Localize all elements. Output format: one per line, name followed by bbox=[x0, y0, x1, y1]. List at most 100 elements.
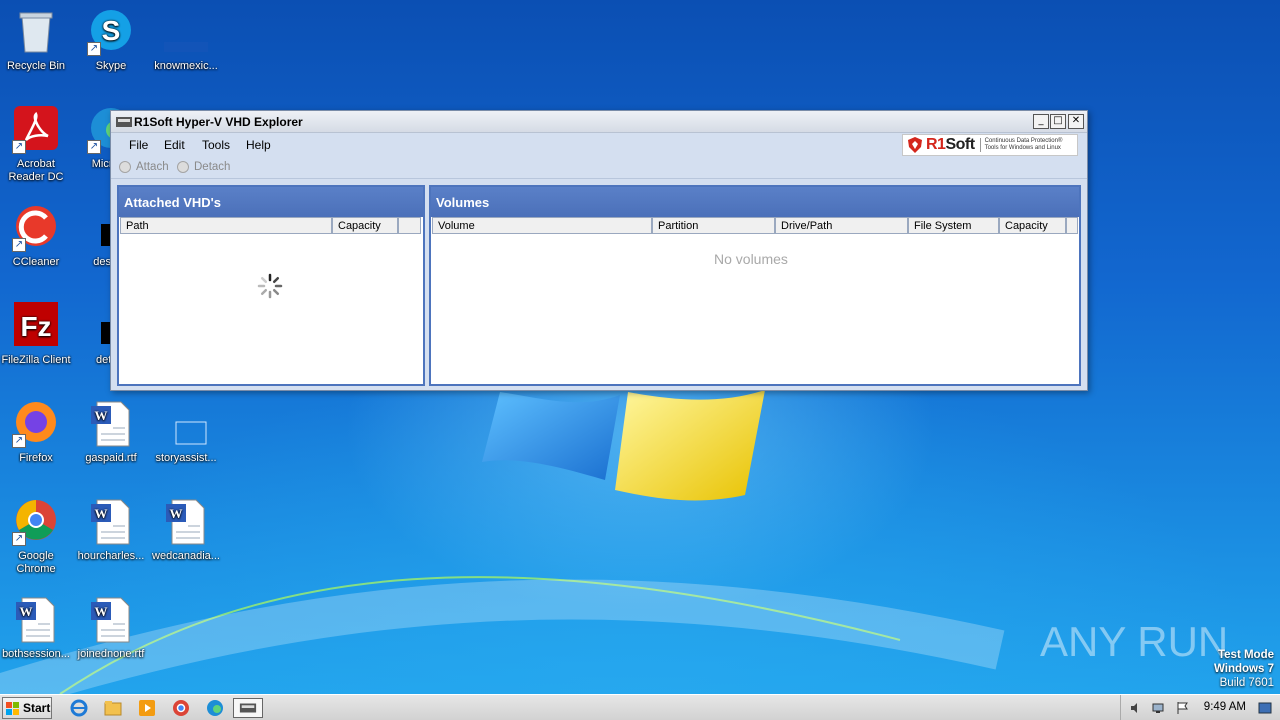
loading-spinner-icon bbox=[257, 273, 283, 299]
start-label: Start bbox=[23, 701, 51, 715]
ccleaner-icon: ↗ bbox=[12, 204, 60, 252]
attach-button[interactable]: Attach bbox=[119, 161, 169, 173]
attached-vhds-title: Attached VHD's bbox=[119, 187, 423, 217]
desktop-icon-joinednone[interactable]: W joinednone.rtf bbox=[73, 596, 149, 661]
desktop-icon-ccleaner[interactable]: ↗ CCleaner bbox=[0, 204, 74, 269]
desktop-icon-recycle-bin[interactable]: Recycle Bin bbox=[0, 8, 74, 73]
desktop-icon-bothsession[interactable]: W bothsession... bbox=[0, 596, 74, 661]
vhd-explorer-taskbar-icon[interactable] bbox=[233, 698, 263, 718]
svg-text:Fz: Fz bbox=[20, 311, 51, 342]
blank-file-icon bbox=[162, 8, 210, 56]
network-icon[interactable] bbox=[1151, 701, 1165, 715]
volumes-panel: Volumes Volume Partition Drive/Path File… bbox=[429, 185, 1081, 386]
test-mode-line-1: Test Mode bbox=[1217, 649, 1274, 661]
column-capacity[interactable]: Capacity bbox=[332, 217, 398, 234]
menu-edit[interactable]: Edit bbox=[164, 138, 185, 152]
desktop-icon-label: CCleaner bbox=[12, 256, 60, 268]
menu-bar: File Edit Tools Help R1Soft Continuous D… bbox=[111, 133, 1087, 157]
desktop-icon-hourcharles[interactable]: W hourcharles... bbox=[73, 498, 149, 563]
toolbar: Attach Detach bbox=[111, 157, 1087, 179]
attach-label: Attach bbox=[136, 161, 169, 173]
filezilla-icon: Fz bbox=[12, 302, 60, 350]
word-document-icon: W bbox=[87, 498, 135, 546]
close-button[interactable]: ✕ bbox=[1068, 114, 1084, 129]
desktop-icon-label: Firefox bbox=[19, 452, 53, 464]
chrome-taskbar-icon[interactable] bbox=[170, 698, 192, 718]
show-desktop-icon[interactable] bbox=[1258, 701, 1272, 715]
window-titlebar[interactable]: R1Soft Hyper-V VHD Explorer _ □ ✕ bbox=[111, 111, 1087, 133]
volumes-title: Volumes bbox=[431, 187, 1079, 217]
edge-taskbar-icon[interactable] bbox=[204, 698, 226, 718]
action-center-flag-icon[interactable] bbox=[1175, 701, 1189, 715]
column-capacity[interactable]: Capacity bbox=[999, 217, 1066, 234]
column-drive-path[interactable]: Drive/Path bbox=[775, 217, 908, 234]
desktop-icon-label: bothsession... bbox=[2, 648, 70, 660]
internet-explorer-icon[interactable] bbox=[68, 698, 90, 718]
anyrun-watermark: ANY RUN bbox=[1040, 618, 1228, 665]
desktop-icon-firefox[interactable]: ↗ Firefox bbox=[0, 400, 74, 465]
maximize-button[interactable]: □ bbox=[1050, 114, 1066, 129]
desktop-icon-label: Google Chrome bbox=[16, 550, 56, 575]
desktop-icon-gaspaid[interactable]: W gaspaid.rtf bbox=[73, 400, 149, 465]
desktop-icon-label: joinednone.rtf bbox=[77, 648, 145, 660]
brand-tagline: Continuous Data Protection® Tools for Wi… bbox=[979, 138, 1063, 152]
column-partition[interactable]: Partition bbox=[652, 217, 775, 234]
blank-file-icon bbox=[162, 400, 210, 448]
svg-text:W: W bbox=[20, 604, 33, 619]
column-file-system[interactable]: File System bbox=[908, 217, 999, 234]
desktop-icon-label: Recycle Bin bbox=[6, 60, 66, 72]
column-path[interactable]: Path bbox=[120, 217, 332, 234]
shortcut-arrow-icon: ↗ bbox=[12, 238, 26, 252]
file-explorer-icon[interactable] bbox=[102, 698, 124, 718]
menu-file[interactable]: File bbox=[129, 138, 148, 152]
detach-button[interactable]: Detach bbox=[177, 161, 230, 173]
desktop-icon-acrobat[interactable]: ↗ Acrobat Reader DC bbox=[0, 106, 74, 184]
r1soft-brand-logo: R1Soft Continuous Data Protection® Tools… bbox=[902, 134, 1078, 156]
svg-text:S: S bbox=[102, 15, 121, 46]
test-mode-line-2: Windows 7 bbox=[1214, 663, 1274, 675]
recycle-bin-icon bbox=[12, 8, 60, 56]
minimize-button[interactable]: _ bbox=[1033, 114, 1049, 129]
desktop-icon-knowmexic[interactable]: knowmexic... bbox=[148, 8, 224, 73]
desktop-icon-label: wedcanadia... bbox=[152, 550, 220, 562]
media-player-icon[interactable] bbox=[136, 698, 158, 718]
test-mode-line-3: Build 7601 bbox=[1219, 677, 1274, 689]
word-document-icon: W bbox=[87, 596, 135, 644]
detach-label: Detach bbox=[194, 161, 231, 173]
brand-tagline-line-2: Tools for Windows and Linux bbox=[984, 145, 1061, 151]
column-filler bbox=[398, 217, 421, 234]
desktop-icon-filezilla[interactable]: Fz FileZilla Client bbox=[0, 302, 74, 367]
brand-prefix: R1 bbox=[926, 136, 946, 153]
volume-icon[interactable] bbox=[1129, 701, 1143, 715]
menu-help[interactable]: Help bbox=[246, 138, 271, 152]
no-volumes-message: No volumes bbox=[714, 251, 788, 267]
skype-icon: S ↗ bbox=[87, 8, 135, 56]
desktop-icon-skype[interactable]: S ↗ Skype bbox=[73, 8, 149, 73]
menu-tools[interactable]: Tools bbox=[202, 138, 230, 152]
start-button[interactable]: Start bbox=[2, 697, 52, 719]
vhd-explorer-window: R1Soft Hyper-V VHD Explorer _ □ ✕ File E… bbox=[110, 110, 1088, 391]
desktop-icon-label: hourcharles... bbox=[77, 550, 145, 562]
brand-suffix: Soft bbox=[945, 136, 975, 153]
acrobat-icon: ↗ bbox=[12, 106, 60, 154]
desktop-icon-label: gaspaid.rtf bbox=[85, 452, 137, 464]
shield-logo-icon bbox=[908, 137, 922, 153]
desktop-icon-label: Skype bbox=[95, 60, 127, 72]
desktop-icon-wedcanadia[interactable]: W wedcanadia... bbox=[148, 498, 224, 563]
firefox-icon: ↗ bbox=[12, 400, 60, 448]
taskbar-clock[interactable]: 9:49 AM bbox=[1204, 701, 1246, 713]
system-tray: 9:49 AM bbox=[1120, 695, 1280, 720]
svg-text:W: W bbox=[95, 506, 108, 521]
brand-tagline-line-1: Continuous Data Protection® bbox=[984, 138, 1063, 144]
svg-text:W: W bbox=[95, 604, 108, 619]
windows-logo-icon bbox=[6, 701, 19, 715]
shortcut-arrow-icon: ↗ bbox=[12, 140, 26, 154]
column-volume[interactable]: Volume bbox=[432, 217, 652, 234]
desktop-icon-chrome[interactable]: ↗ Google Chrome bbox=[0, 498, 74, 576]
window-title: R1Soft Hyper-V VHD Explorer bbox=[134, 115, 303, 129]
shortcut-arrow-icon: ↗ bbox=[12, 532, 26, 546]
desktop-icon-storyassist[interactable]: storyassist... bbox=[148, 400, 224, 465]
app-icon bbox=[116, 117, 132, 127]
desktop-icon-label: knowmexic... bbox=[154, 60, 218, 72]
desktop-icon-label: storyassist... bbox=[155, 452, 217, 464]
